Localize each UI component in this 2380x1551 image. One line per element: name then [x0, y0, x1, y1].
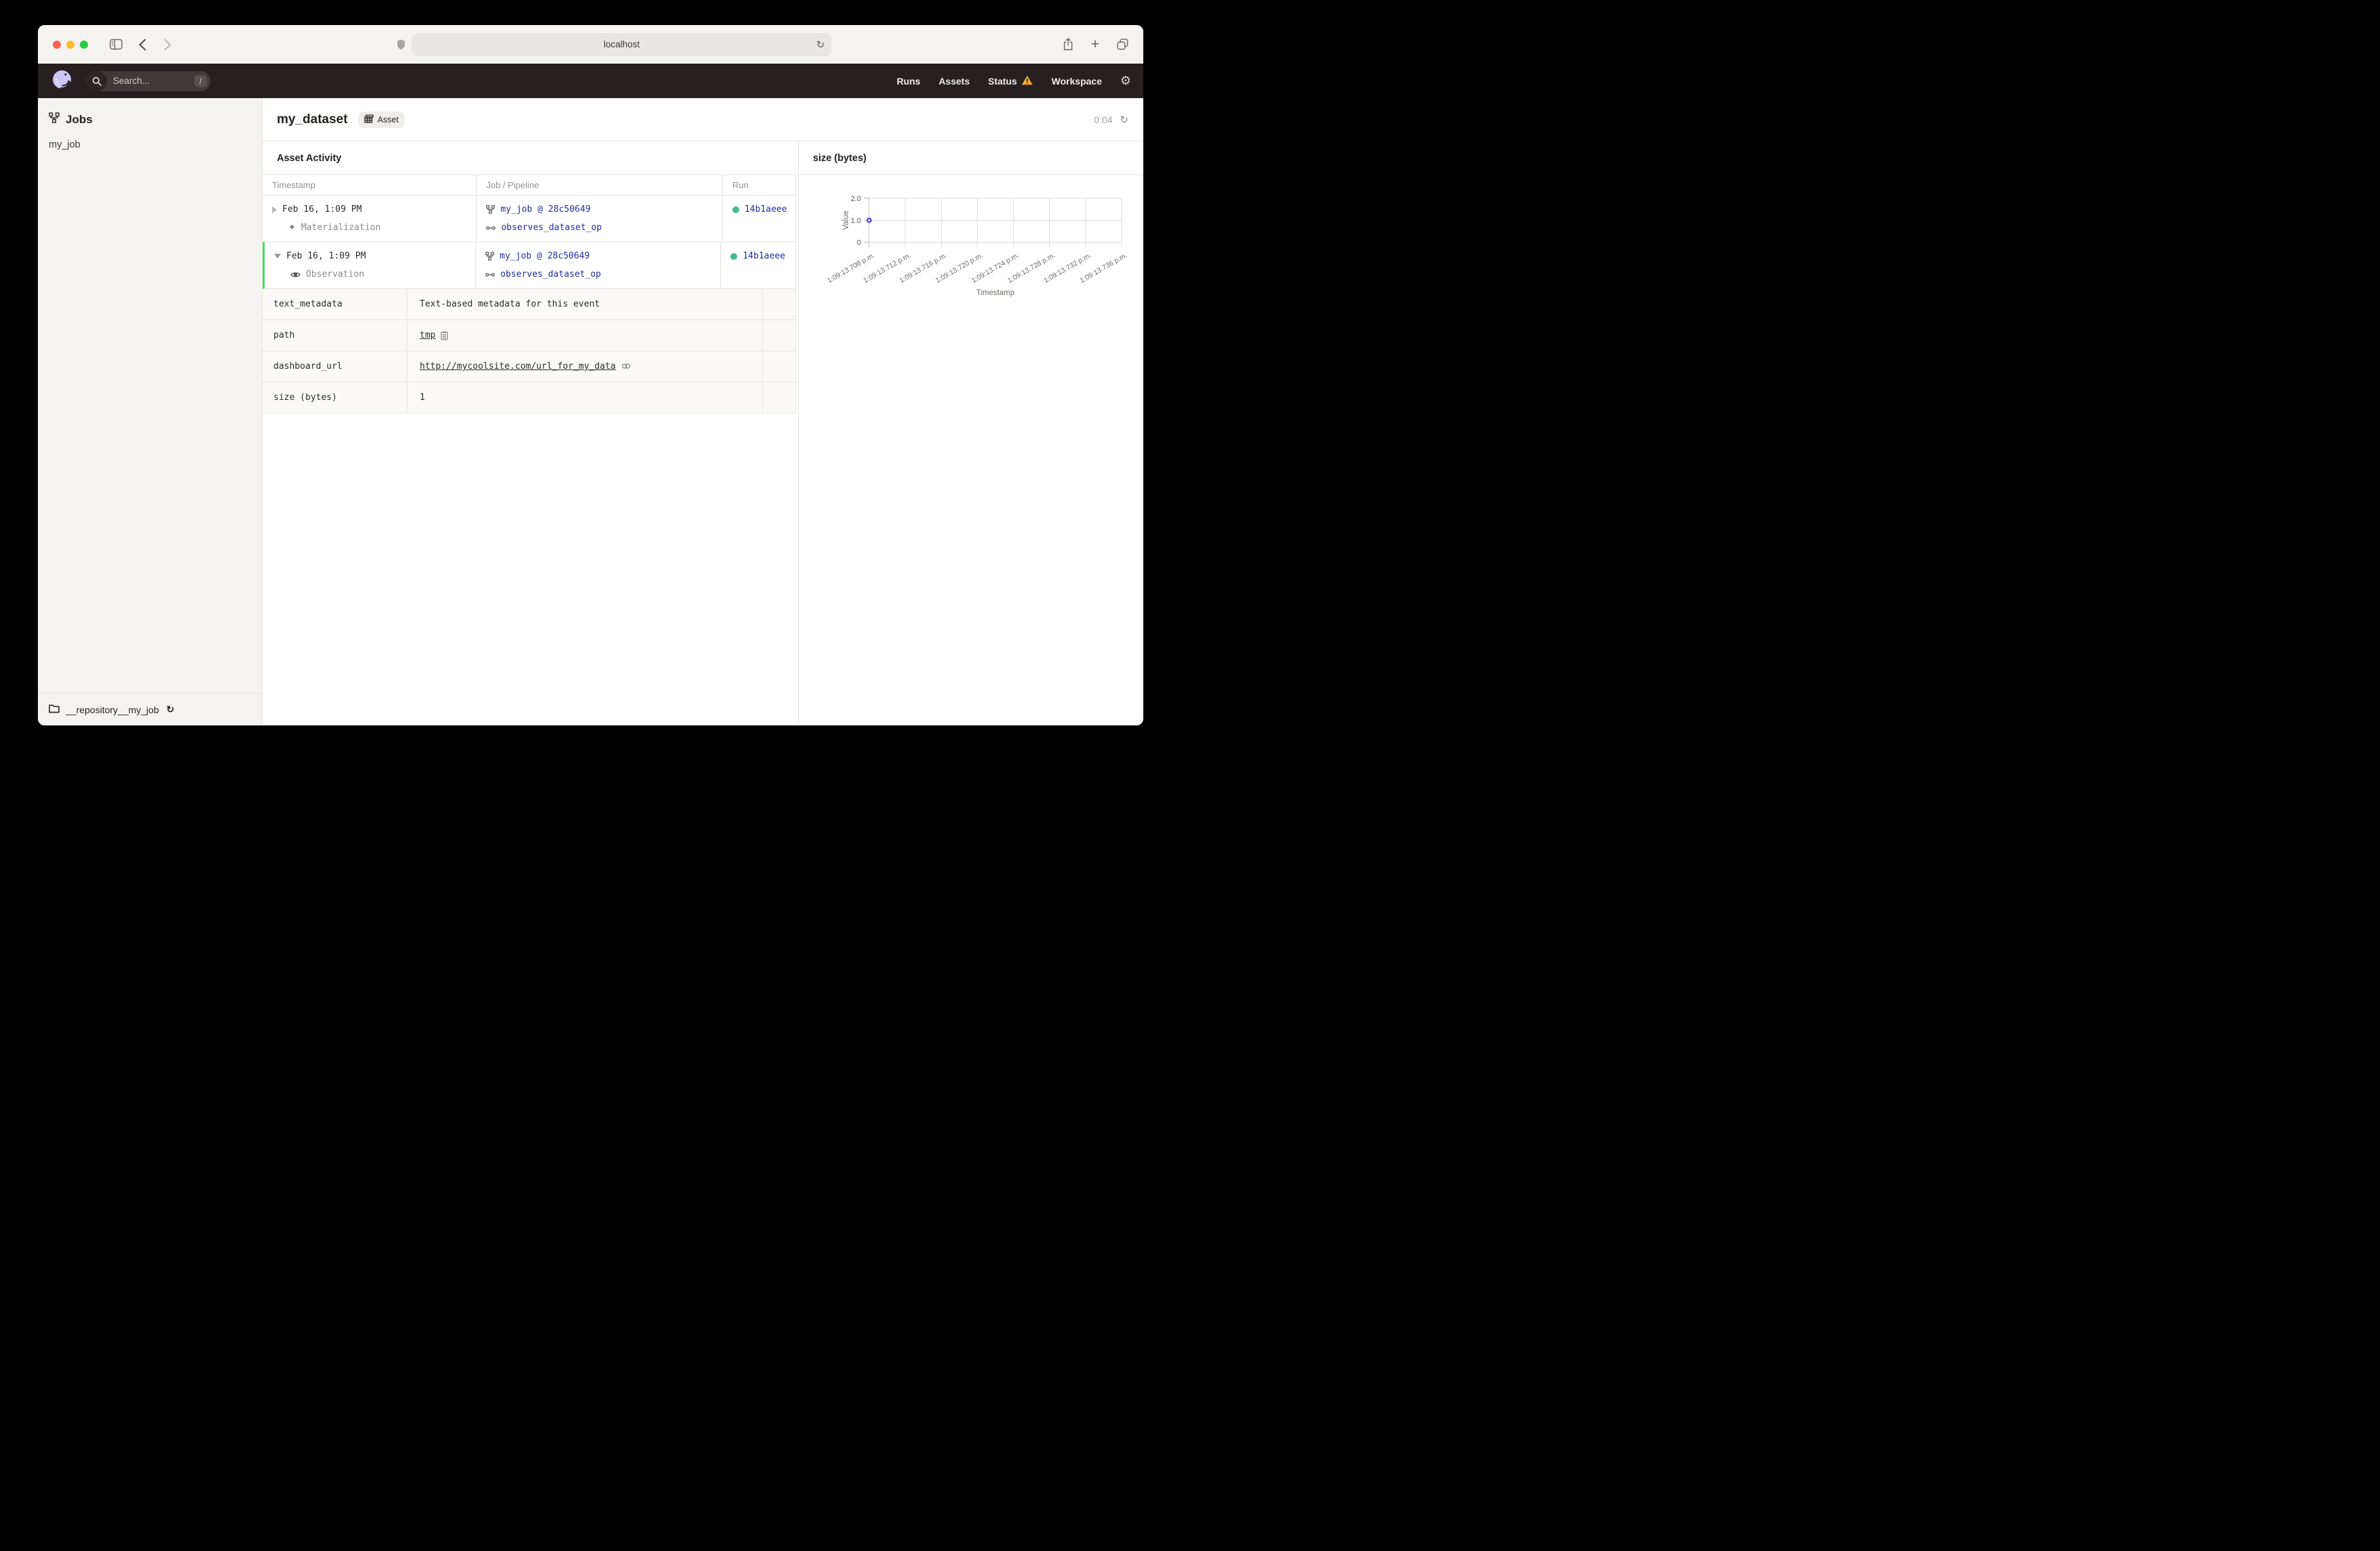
materialization-icon: ✦ [288, 223, 296, 233]
event-type-label: Observation [306, 269, 365, 279]
copy-to-clipboard-icon[interactable] [441, 331, 449, 340]
op-icon [486, 225, 496, 231]
svg-text:2.0: 2.0 [851, 195, 861, 203]
close-window-button[interactable] [53, 40, 61, 49]
nav-link-workspace[interactable]: Workspace [1051, 76, 1101, 87]
size-bytes-chart: 1:09:13.708 p.m.1:09:13.712 p.m.1:09:13.… [826, 195, 1128, 297]
back-icon[interactable] [139, 39, 146, 51]
svg-text:Timestamp: Timestamp [976, 289, 1014, 297]
search-icon [86, 70, 107, 91]
metadata-row-size-bytes: size (bytes) 1 [263, 382, 795, 413]
table-header-row: Timestamp Job / Pipeline Run [263, 175, 795, 196]
dagster-logo[interactable] [50, 68, 75, 93]
expand-chevron-icon[interactable] [272, 206, 277, 213]
refresh-icon[interactable]: ↻ [1120, 114, 1128, 126]
nav-link-runs[interactable]: Runs [897, 76, 921, 87]
repository-reload-icon[interactable]: ↻ [167, 704, 175, 715]
zoom-window-button[interactable] [80, 40, 88, 49]
nav-link-assets[interactable]: Assets [939, 76, 970, 87]
svg-text:1.0: 1.0 [851, 217, 861, 225]
minimize-window-button[interactable] [66, 40, 74, 49]
sidebar-toggle-icon[interactable] [110, 39, 123, 50]
observation-eye-icon [290, 271, 301, 278]
job-fork-icon [485, 252, 495, 261]
search-shortcut-chip: / [194, 74, 207, 87]
metadata-key: text_metadata [263, 289, 407, 319]
event-type-label: Materialization [301, 223, 381, 233]
op-icon [485, 272, 495, 277]
run-status-dot [732, 206, 739, 213]
tab-overview-icon[interactable] [1117, 39, 1128, 50]
dashboard-url-link[interactable]: http://mycoolsite.com/url_for_my_data [420, 361, 616, 372]
status-warning-icon [1021, 75, 1033, 87]
window-controls [53, 40, 88, 49]
run-id-link[interactable]: 14b1aeee [745, 204, 787, 215]
job-fork-icon [49, 112, 60, 127]
jobs-section-header: Jobs [38, 98, 262, 133]
column-header-run: Run [732, 180, 749, 190]
metadata-key: dashboard_url [263, 351, 407, 382]
external-link-icon[interactable] [621, 362, 631, 370]
sidebar-item-my-job[interactable]: my_job [38, 133, 262, 156]
job-fork-icon [486, 205, 495, 214]
address-bar[interactable]: localhost ↻ [412, 32, 832, 56]
search-placeholder: Search... [113, 76, 150, 86]
op-link[interactable]: observes_dataset_op [501, 223, 602, 233]
job-link[interactable]: my_job @ 28c50649 [500, 204, 590, 215]
metadata-row-text-metadata: text_metadata Text-based metadata for th… [263, 289, 795, 320]
metadata-value: 1 [420, 392, 425, 403]
run-id-link[interactable]: 14b1aeee [743, 251, 785, 261]
event-metadata-table: text_metadata Text-based metadata for th… [263, 289, 795, 413]
asset-tag[interactable]: Asset [357, 111, 405, 128]
jobs-sidebar: Jobs my_job __repository__my_job ↻ [38, 98, 263, 725]
reload-page-icon[interactable]: ↻ [816, 39, 825, 51]
new-tab-icon[interactable]: + [1091, 37, 1099, 51]
asset-activity-panel: Asset Activity Timestamp Job / Pipeline … [263, 141, 799, 725]
search-input[interactable]: Search... / [86, 70, 211, 91]
privacy-shield-icon[interactable] [397, 39, 405, 50]
asset-table-icon [363, 114, 374, 125]
asset-activity-table: Timestamp Job / Pipeline Run Feb 16, 1:0… [263, 175, 796, 413]
repository-row: __repository__my_job ↻ [38, 693, 262, 725]
repository-name: __repository__my_job [66, 704, 159, 715]
column-header-timestamp: Timestamp [263, 175, 477, 195]
run-status-dot [730, 252, 738, 260]
job-link[interactable]: my_job @ 28c50649 [500, 251, 590, 261]
event-timestamp: Feb 16, 1:09 PM [282, 204, 362, 215]
forward-icon[interactable] [164, 39, 171, 51]
svg-text:0: 0 [857, 239, 861, 247]
collapse-chevron-icon[interactable] [274, 254, 281, 258]
folder-icon [49, 704, 60, 715]
event-row-materialization: Feb 16, 1:09 PM ✦ Materialization my_job… [263, 196, 795, 242]
svg-text:Value: Value [842, 210, 850, 230]
asset-activity-title: Asset Activity [263, 141, 798, 175]
share-icon[interactable] [1063, 38, 1074, 51]
jobs-header-label: Jobs [66, 112, 93, 126]
refresh-countdown: 0:04 [1094, 114, 1113, 125]
nav-link-status[interactable]: Status [988, 75, 1034, 87]
browser-window: localhost ↻ + Search... / Runs Assets St… [38, 25, 1143, 725]
asset-header: my_dataset Asset 0:04 ↻ [263, 98, 1143, 141]
metadata-key: size (bytes) [263, 382, 407, 413]
asset-tag-label: Asset [377, 114, 399, 125]
app-top-nav: Search... / Runs Assets Status Workspace… [38, 64, 1143, 98]
metadata-plots-panel: size (bytes) 1:09:13.708 p.m. 1:09:13.712… [799, 141, 1143, 725]
settings-gear-icon[interactable]: ⚙ [1120, 74, 1131, 88]
metadata-value: Text-based metadata for this event [420, 299, 600, 309]
browser-toolbar: localhost ↻ + [38, 25, 1143, 64]
event-timestamp: Feb 16, 1:09 PM [286, 251, 366, 261]
column-header-job-pipeline: Job / Pipeline [477, 175, 723, 195]
metadata-key: path [263, 320, 407, 351]
event-row-observation: Feb 16, 1:09 PM Observation my_job @ 28c… [263, 242, 795, 289]
address-bar-url: localhost [603, 39, 640, 49]
metadata-row-dashboard-url: dashboard_url http://mycoolsite.com/url_… [263, 351, 795, 382]
chart-title: size (bytes) [799, 141, 1143, 175]
page-title: my_dataset [277, 112, 348, 127]
op-link[interactable]: observes_dataset_op [500, 269, 601, 279]
path-value-link[interactable]: tmp [420, 330, 435, 340]
metadata-row-path: path tmp [263, 320, 795, 351]
